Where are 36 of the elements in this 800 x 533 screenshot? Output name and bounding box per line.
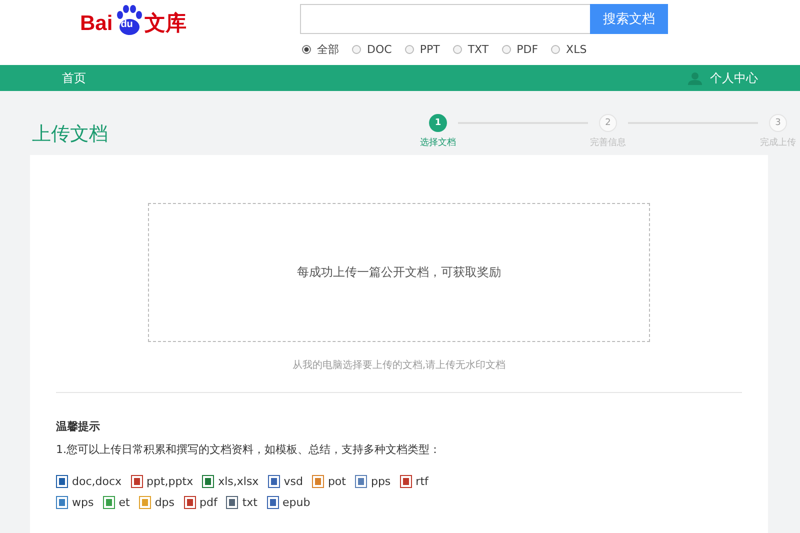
file-type-label: pdf (200, 496, 218, 509)
filter-radio[interactable]: XLS (551, 42, 587, 57)
user-icon (688, 72, 702, 84)
step-label: 完成上传 (760, 136, 796, 149)
filter-radio[interactable]: PPT (404, 42, 440, 57)
upload-prompt: 每成功上传一篇公开文档，可获取奖励 (297, 264, 501, 281)
upload-area[interactable]: 每成功上传一篇公开文档，可获取奖励 (148, 203, 650, 342)
tips-text: 1.您可以上传日常积累和撰写的文档资料，如模板、总结，支持多种文档类型： (56, 442, 442, 457)
step-label: 完善信息 (590, 136, 626, 149)
logo-text: 文库 (144, 13, 187, 35)
step-number: 1 (429, 114, 447, 132)
logo-text: Bai (80, 13, 113, 35)
file-type-label: ppt,pptx (146, 475, 194, 488)
file-type-label: xls,xlsx (218, 475, 259, 488)
file-type-label: wps (72, 496, 94, 509)
logo-paw: du (114, 5, 144, 35)
tips-heading: 温馨提示 (56, 419, 101, 434)
search-field[interactable] (300, 4, 590, 34)
filter-radio[interactable]: PDF (502, 42, 538, 57)
file-type-label: txt (242, 496, 258, 509)
filter-radio[interactable]: TXT (452, 42, 489, 57)
step-label: 选择文档 (420, 136, 456, 149)
file-type-label: vsd (284, 475, 303, 488)
file-type-label: doc,docx (72, 475, 122, 488)
file-type-label: dps (154, 496, 175, 509)
step-number: 3 (769, 114, 787, 132)
step-number: 2 (599, 114, 617, 132)
file-type-label: epub (282, 496, 310, 509)
filter-radio[interactable]: 全部 (302, 42, 339, 57)
file-type-label: pot (328, 475, 346, 488)
file-type-label: rtf (416, 475, 428, 488)
file-type-label: et (118, 496, 130, 509)
upload-caption: 从我的电脑选择要上传的文档,请上传无水印文档 (291, 358, 507, 372)
file-type-label: pps (370, 475, 391, 488)
filter-radio[interactable]: DOC (352, 42, 392, 57)
page-title: 上传文档 (32, 122, 108, 147)
